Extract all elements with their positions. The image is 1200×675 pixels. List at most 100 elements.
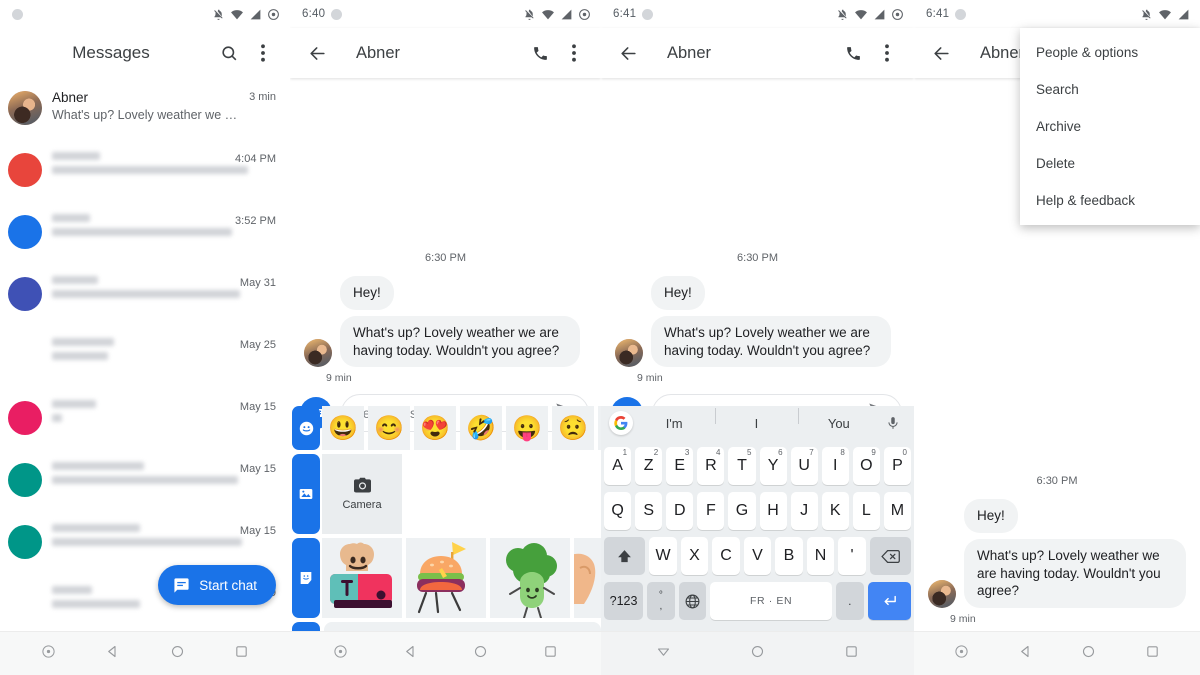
emoji-cell[interactable]: 😊 bbox=[368, 406, 410, 450]
back-triangle-icon[interactable] bbox=[403, 644, 418, 664]
menu-item[interactable]: Search bbox=[1020, 71, 1200, 108]
call-button[interactable] bbox=[523, 36, 557, 70]
assistant-dot-icon[interactable] bbox=[41, 644, 56, 664]
backspace-key[interactable] bbox=[869, 537, 911, 575]
conversation-row[interactable]: May 15 bbox=[0, 388, 290, 450]
letter-key[interactable]: D bbox=[666, 492, 694, 530]
suggestions[interactable]: I'm I You bbox=[633, 407, 880, 431]
conversation-row[interactable]: 3:52 PM bbox=[0, 202, 290, 264]
message-bubble[interactable]: What's up? Lovely weather we are having … bbox=[964, 538, 1186, 609]
letter-key[interactable]: 0P bbox=[883, 447, 911, 485]
letter-key[interactable]: 3E bbox=[666, 447, 694, 485]
recents-square-icon[interactable] bbox=[844, 644, 859, 664]
menu-item[interactable]: People & options bbox=[1020, 34, 1200, 71]
letter-key[interactable]: 1A bbox=[604, 447, 632, 485]
message-bubble[interactable]: Hey! bbox=[340, 276, 394, 310]
search-button[interactable] bbox=[212, 36, 246, 70]
symbols-key[interactable]: ?123 bbox=[604, 582, 644, 620]
overflow-menu[interactable]: People & options Search Archive Delete Help … bbox=[1020, 28, 1200, 225]
letter-key[interactable]: 9O bbox=[852, 447, 880, 485]
suggestion-chip[interactable]: I bbox=[715, 407, 797, 431]
back-button[interactable] bbox=[300, 36, 334, 70]
suggestion-chip[interactable]: I'm bbox=[633, 416, 715, 431]
menu-item[interactable]: Delete bbox=[1020, 145, 1200, 182]
letter-key[interactable]: H bbox=[759, 492, 787, 530]
letter-key[interactable]: V bbox=[743, 537, 772, 575]
conversation-list[interactable]: Abner What's up? Lovely weather we are ha… bbox=[0, 78, 290, 636]
image-tab-button[interactable] bbox=[292, 454, 320, 534]
sticker-toast-toaster[interactable] bbox=[322, 538, 402, 618]
letter-key[interactable]: K bbox=[821, 492, 849, 530]
conversation-row[interactable]: May 25 bbox=[0, 326, 290, 388]
emoji-cell[interactable]: 🤣 bbox=[460, 406, 502, 450]
letter-key[interactable]: C bbox=[712, 537, 740, 575]
letter-key[interactable]: Q bbox=[604, 492, 632, 530]
start-chat-fab[interactable]: Start chat bbox=[158, 565, 276, 605]
conversation-row[interactable]: Abner What's up? Lovely weather we are ha… bbox=[0, 78, 290, 140]
conversation-row[interactable]: 4:04 PM bbox=[0, 140, 290, 202]
back-triangle-icon[interactable] bbox=[105, 644, 120, 664]
camera-tile[interactable]: Camera bbox=[322, 454, 402, 534]
home-circle-icon[interactable] bbox=[750, 644, 765, 664]
conversation-row[interactable]: May 15 bbox=[0, 450, 290, 512]
back-triangle-icon[interactable] bbox=[1018, 644, 1033, 664]
home-circle-icon[interactable] bbox=[473, 644, 488, 664]
overflow-menu-button[interactable] bbox=[246, 36, 280, 70]
letter-key[interactable]: 2Z bbox=[635, 447, 663, 485]
letter-key[interactable]: M bbox=[883, 492, 911, 530]
emoji-cell[interactable]: 😃 bbox=[322, 406, 364, 450]
message-bubble[interactable]: Hey! bbox=[651, 276, 705, 310]
back-button[interactable] bbox=[924, 36, 958, 70]
letter-key[interactable]: J bbox=[790, 492, 818, 530]
assistant-dot-icon[interactable] bbox=[333, 644, 348, 664]
sticker-partial[interactable] bbox=[574, 538, 601, 618]
voice-input-button[interactable] bbox=[880, 415, 906, 431]
sticker-tab-button[interactable] bbox=[292, 538, 320, 618]
drawer-handle[interactable] bbox=[324, 622, 601, 631]
emoji-cell[interactable]: 😍 bbox=[414, 406, 456, 450]
keyboard-down-triangle-icon[interactable] bbox=[656, 644, 671, 664]
emoji-cell[interactable]: 😟 bbox=[552, 406, 594, 450]
letter-key[interactable]: W bbox=[649, 537, 677, 575]
letter-key[interactable]: X bbox=[680, 537, 709, 575]
recents-square-icon[interactable] bbox=[1145, 644, 1160, 664]
nav-bar-panel-1[interactable] bbox=[0, 631, 290, 675]
comma-key[interactable]: ° , bbox=[647, 582, 675, 620]
call-button[interactable] bbox=[836, 36, 870, 70]
letter-key[interactable]: N bbox=[806, 537, 835, 575]
home-circle-icon[interactable] bbox=[170, 644, 185, 664]
letter-key[interactable]: 7U bbox=[790, 447, 818, 485]
letter-key[interactable]: 5T bbox=[728, 447, 756, 485]
space-key[interactable]: FR · EN bbox=[710, 582, 832, 620]
message-bubble[interactable]: What's up? Lovely weather we are having … bbox=[340, 315, 580, 368]
google-g-icon[interactable] bbox=[609, 411, 633, 435]
home-circle-icon[interactable] bbox=[1081, 644, 1096, 664]
media-drawer-rail[interactable] bbox=[290, 406, 320, 640]
message-bubble[interactable]: What's up? Lovely weather we are having … bbox=[651, 315, 891, 368]
menu-item[interactable]: Help & feedback bbox=[1020, 182, 1200, 219]
period-key[interactable]: . bbox=[835, 582, 864, 620]
letter-key[interactable]: L bbox=[852, 492, 880, 530]
language-switch-key[interactable] bbox=[678, 582, 707, 620]
sticker-row[interactable] bbox=[322, 538, 601, 618]
menu-item[interactable]: Archive bbox=[1020, 108, 1200, 145]
letter-key[interactable]: 6Y bbox=[759, 447, 787, 485]
nav-bar-panel-4[interactable] bbox=[914, 631, 1200, 675]
nav-bar-panel-3[interactable] bbox=[601, 631, 914, 675]
recents-square-icon[interactable] bbox=[543, 644, 558, 664]
message-bubble[interactable]: Hey! bbox=[964, 499, 1018, 533]
letter-key[interactable]: G bbox=[728, 492, 756, 530]
letter-key[interactable]: F bbox=[697, 492, 725, 530]
overflow-menu-button[interactable] bbox=[870, 36, 904, 70]
back-button[interactable] bbox=[611, 36, 645, 70]
letter-key[interactable]: S bbox=[635, 492, 663, 530]
key-rows[interactable]: 1A2Z3E4R5T6Y7U8I9O0P QSDFGHJKLM W X C V B N ' … bbox=[601, 440, 914, 631]
shift-key[interactable] bbox=[604, 537, 646, 575]
emoji-row[interactable]: 😃😊😍🤣😛😟😔 bbox=[322, 406, 601, 450]
emoji-tab-button[interactable] bbox=[292, 406, 320, 450]
sticker-burger[interactable] bbox=[406, 538, 486, 618]
image-row[interactable]: Camera bbox=[322, 454, 601, 534]
conversation-row[interactable]: May 31 bbox=[0, 264, 290, 326]
letter-key[interactable]: B bbox=[775, 537, 803, 575]
nav-bar-panel-2[interactable] bbox=[290, 631, 601, 675]
